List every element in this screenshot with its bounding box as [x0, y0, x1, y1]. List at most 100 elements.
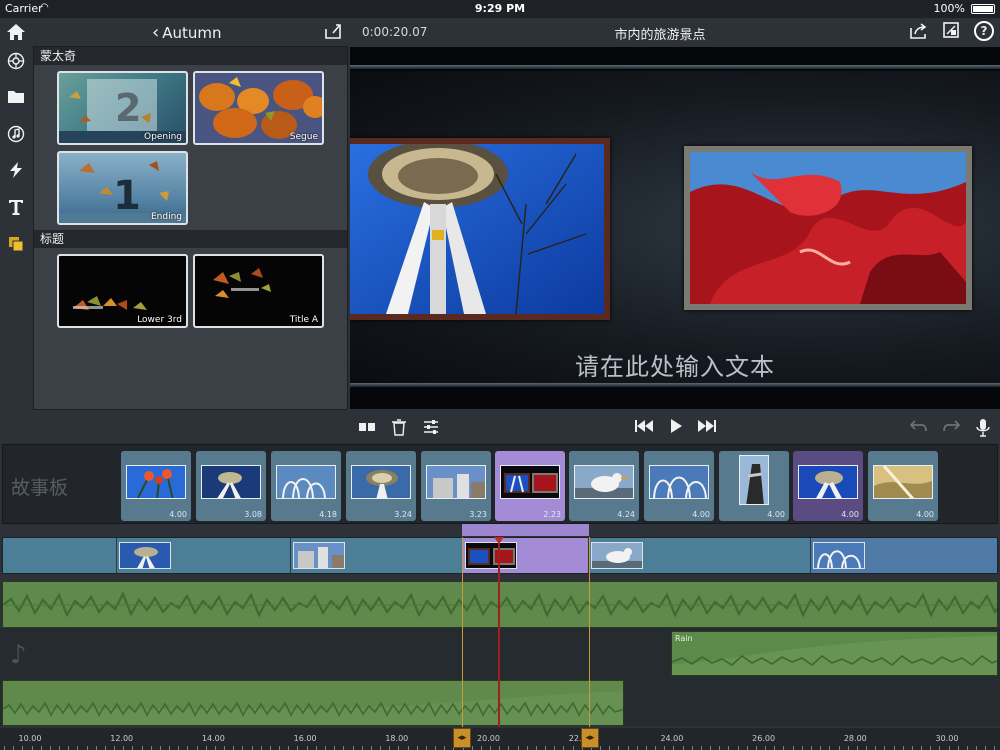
ruler-tick [774, 746, 776, 750]
timeline-clip-selected[interactable] [463, 538, 589, 573]
trash-icon[interactable] [391, 418, 407, 440]
ruler-tick [242, 746, 244, 750]
clock: 9:29 PM [474, 2, 526, 15]
redo-icon[interactable] [942, 418, 961, 437]
ruler-tick [572, 746, 574, 750]
storyboard-clip[interactable]: 4.00 [719, 451, 789, 521]
ruler-tick [499, 746, 501, 750]
audio-track-main[interactable] [2, 581, 998, 628]
music-icon[interactable] [5, 125, 27, 147]
storyboard-clip[interactable]: 4.00 [121, 451, 191, 521]
status-bar: Carrier ◠ 9:29 PM 100% [0, 0, 1000, 18]
storyboard-clip[interactable]: 3.23 [421, 451, 491, 521]
playhead-marker-icon [494, 537, 504, 544]
ruler-tick [526, 746, 528, 750]
theme-opening[interactable]: 2 Opening [57, 71, 188, 145]
aspect-icon[interactable] [943, 22, 959, 42]
ruler-tick [820, 746, 822, 750]
storyboard-clip[interactable]: 3.24 [346, 451, 416, 521]
timeline-clip[interactable] [117, 538, 291, 573]
ruler-tick [664, 746, 666, 750]
share-icon[interactable] [909, 22, 929, 44]
ruler-tick [141, 746, 143, 750]
skip-back-icon[interactable] [634, 418, 654, 438]
ruler-tick [645, 746, 647, 750]
timeline-clip[interactable] [291, 538, 463, 573]
ruler-tick [380, 746, 381, 750]
theme-label: Opening [144, 132, 182, 142]
adjust-icon[interactable] [423, 418, 439, 440]
ruler-label: 16.00 [293, 734, 317, 743]
ruler-tick [765, 746, 767, 750]
skip-forward-icon[interactable] [697, 418, 717, 438]
help-icon[interactable]: ? [974, 21, 994, 41]
title-a[interactable]: Title A [193, 254, 324, 328]
ruler-label: 26.00 [752, 734, 776, 743]
play-icon[interactable] [669, 418, 683, 438]
theme-segue[interactable]: Segue [193, 71, 324, 145]
ruler-tick [618, 746, 620, 750]
storyboard-clip-selected[interactable]: 2.23 [495, 451, 565, 521]
caption-text[interactable]: 请在此处输入文本 [350, 347, 1000, 382]
ruler-tick [636, 746, 638, 750]
timeline-clip[interactable] [589, 538, 811, 573]
ruler-tick [792, 746, 794, 750]
ruler-tick [700, 746, 702, 750]
timeline-ruler[interactable]: 10.0012.0014.0016.0018.0020.0022.0024.00… [0, 728, 1000, 750]
ruler-tick [104, 746, 106, 750]
montage-icon[interactable] [5, 52, 27, 74]
ruler-tick [49, 746, 51, 750]
battery-icon [971, 4, 995, 14]
ruler-tick [77, 746, 79, 750]
ruler-tick [233, 746, 235, 750]
microphone-icon[interactable] [976, 418, 990, 442]
undo-icon[interactable] [909, 418, 928, 437]
storyboard-clip[interactable]: 4.24 [569, 451, 639, 521]
folder-icon[interactable] [5, 88, 27, 110]
video-preview[interactable]: 请在此处输入文本 [350, 47, 1000, 409]
storyboard-clip[interactable]: 3.08 [196, 451, 266, 521]
storyboard-clip[interactable]: 4.00 [793, 451, 863, 521]
ruler-tick [398, 746, 400, 750]
storyboard-clip[interactable]: 4.18 [271, 451, 341, 521]
audio-clip-rain[interactable]: Rain [671, 631, 998, 676]
layers-icon[interactable] [5, 235, 27, 257]
ruler-label: 14.00 [201, 734, 225, 743]
ruler-tick [902, 746, 904, 750]
ruler-tick [471, 746, 473, 750]
ruler-tick [673, 746, 675, 750]
theme-label: Title A [289, 315, 318, 325]
ruler-tick [40, 746, 42, 750]
split-clip-icon[interactable] [358, 418, 376, 440]
battery-percent: 100% [933, 2, 965, 15]
home-icon[interactable] [5, 22, 27, 44]
ruler-tick [600, 746, 601, 750]
ruler-tick [655, 746, 657, 750]
ruler-label: 18.00 [385, 734, 409, 743]
title-lower-third[interactable]: Lower 3rd [57, 254, 188, 328]
trim-handle-start[interactable]: ◂▸ [453, 728, 471, 748]
text-icon[interactable] [5, 198, 27, 220]
ruler-tick [4, 746, 5, 750]
ruler-tick [361, 746, 363, 750]
ruler-label: 20.00 [477, 734, 500, 743]
audio-clip-background[interactable] [2, 680, 624, 726]
back-button[interactable]: ‹ Autumn [152, 22, 221, 43]
ruler-label: 30.00 [935, 734, 959, 743]
lightning-icon[interactable] [5, 161, 27, 183]
theme-ending[interactable]: 1 Ending [57, 151, 188, 225]
trim-handle-end[interactable]: ◂▸ [581, 728, 599, 748]
storyboard-clip[interactable]: 4.00 [868, 451, 938, 521]
timecode: 0:00:20.07 [362, 25, 428, 39]
ruler-tick [279, 746, 281, 750]
ruler-tick [416, 746, 418, 750]
ruler-tick [334, 746, 336, 750]
ruler-tick [407, 746, 409, 750]
ruler-tick [994, 746, 996, 750]
storyboard-clip[interactable]: 4.00 [644, 451, 714, 521]
selection-connector [462, 524, 589, 536]
import-icon[interactable] [324, 22, 344, 45]
playhead[interactable] [498, 537, 500, 727]
timeline-clip[interactable] [811, 538, 997, 573]
ruler-tick [315, 746, 317, 750]
